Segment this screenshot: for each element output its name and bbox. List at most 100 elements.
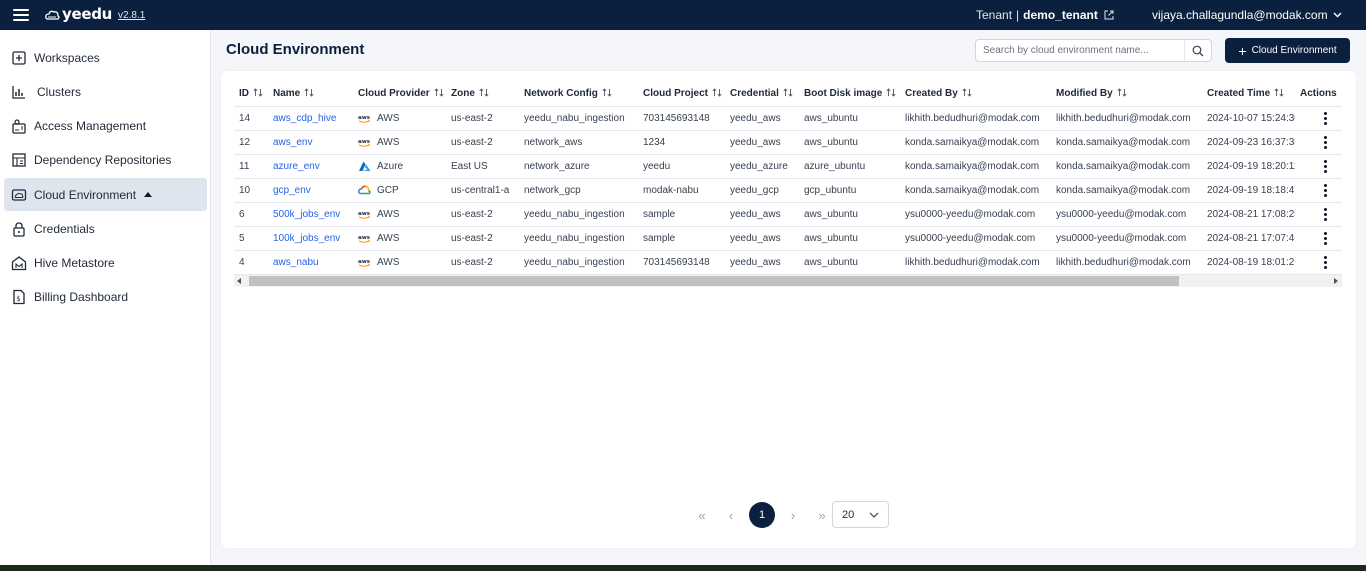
cell-project: sample — [638, 202, 725, 227]
dependency-repositories-icon — [12, 152, 26, 167]
search-input[interactable] — [976, 40, 1184, 61]
environment-name-link[interactable]: gcp_env — [268, 178, 353, 203]
add-cloud-environment-button[interactable]: + Cloud Environment — [1225, 38, 1350, 63]
more-actions-icon[interactable] — [1317, 182, 1333, 198]
sidebar-item-workspaces[interactable]: Workspaces — [4, 41, 207, 74]
cell-network: network_azure — [519, 154, 638, 179]
more-actions-icon[interactable] — [1317, 134, 1333, 150]
next-page-button[interactable]: › — [781, 503, 805, 527]
environment-name-link[interactable]: aws_nabu — [268, 250, 353, 275]
column-header[interactable]: Credential — [725, 82, 799, 107]
sort-icon[interactable] — [783, 88, 793, 97]
column-header-label: Network Config — [524, 88, 598, 100]
column-header[interactable]: Actions — [1295, 82, 1342, 107]
more-actions-icon[interactable] — [1317, 206, 1333, 222]
sort-icon[interactable] — [886, 88, 896, 97]
azure-icon — [359, 161, 371, 171]
cell-created-by: konda.samaikya@modak.com — [900, 178, 1051, 203]
column-header[interactable]: Boot Disk image — [799, 82, 900, 107]
plus-icon: + — [1238, 42, 1247, 59]
column-header[interactable]: ID — [234, 82, 268, 107]
environment-name-link[interactable]: 500k_jobs_env — [268, 202, 353, 227]
scrollbar-thumb[interactable] — [249, 276, 1179, 286]
external-link-icon[interactable] — [1104, 10, 1114, 20]
environment-name-link[interactable]: aws_env — [268, 130, 353, 155]
sort-icon[interactable] — [712, 88, 722, 97]
cell-boot-disk: aws_ubuntu — [799, 202, 900, 227]
column-header[interactable]: Cloud Project — [638, 82, 725, 107]
yeedu-logo-icon — [45, 10, 60, 20]
provider-label: Azure — [377, 160, 404, 172]
sort-icon[interactable] — [304, 88, 314, 97]
last-page-button[interactable]: » — [810, 503, 834, 527]
column-header[interactable]: Cloud Provider — [353, 82, 446, 107]
sidebar-item-label: Workspaces — [34, 50, 100, 65]
column-header-label: Created Time — [1207, 88, 1271, 100]
column-header-label: Name — [273, 88, 301, 100]
column-header-label: Actions — [1300, 88, 1337, 100]
sort-icon[interactable] — [602, 88, 612, 97]
sort-icon[interactable] — [434, 88, 444, 97]
environment-name-link[interactable]: azure_env — [268, 154, 353, 179]
sort-icon[interactable] — [479, 88, 489, 97]
sidebar-item-label: Cloud Environment — [34, 187, 137, 202]
svg-text:aws: aws — [358, 259, 371, 265]
sidebar-item-hive-metastore[interactable]: Hive Metastore — [4, 246, 207, 279]
table-body: 14 aws_cdp_hive aws AWS us-east-2 yeedu_nabu_… — [234, 106, 1342, 275]
column-header[interactable]: Network Config — [519, 82, 638, 107]
table-row[interactable]: 10 gcp_env GCP us-central1-a network_gcp moda… — [234, 178, 1342, 203]
sidebar-item-clusters[interactable]: Clusters — [4, 75, 207, 108]
cell-zone: us-east-2 — [446, 202, 519, 227]
cell-actions — [1295, 106, 1342, 131]
sidebar-item-cloud-environment[interactable]: Cloud Environment — [4, 178, 207, 211]
environment-name-link[interactable]: aws_cdp_hive — [268, 106, 353, 131]
cell-credential: yeedu_azure — [725, 154, 799, 179]
page-size-select[interactable]: 20 — [832, 501, 889, 528]
aws-icon: aws — [358, 139, 371, 147]
current-page-button[interactable]: 1 — [749, 502, 775, 528]
more-actions-icon[interactable] — [1317, 254, 1333, 270]
column-header[interactable]: Zone — [446, 82, 519, 107]
first-page-button[interactable]: « — [690, 503, 714, 527]
more-actions-icon[interactable] — [1317, 158, 1333, 174]
column-header[interactable]: Created Time — [1202, 82, 1295, 107]
scroll-left-icon[interactable] — [237, 278, 241, 284]
sort-icon[interactable] — [1117, 88, 1127, 97]
column-header-label: Zone — [451, 88, 475, 100]
table-row[interactable]: 12 aws_env aws AWS us-east-2 network_aws 1234 y… — [234, 130, 1342, 155]
sort-icon[interactable] — [253, 88, 263, 97]
table-row[interactable]: 4 aws_nabu aws AWS us-east-2 yeedu_nabu_inges… — [234, 250, 1342, 275]
sidebar-item-access-management[interactable]: Access Management — [4, 109, 207, 142]
cell-boot-disk: gcp_ubuntu — [799, 178, 900, 203]
sort-icon[interactable] — [1274, 88, 1284, 97]
prev-page-button[interactable]: ‹ — [719, 503, 743, 527]
cell-actions — [1295, 154, 1342, 179]
column-header[interactable]: Created By — [900, 82, 1051, 107]
horizontal-scrollbar[interactable] — [234, 275, 1342, 287]
cell-created-by: likhith.bedudhuri@modak.com — [900, 250, 1051, 275]
table-row[interactable]: 14 aws_cdp_hive aws AWS us-east-2 yeedu_nabu_… — [234, 106, 1342, 131]
environment-name-link[interactable]: 100k_jobs_env — [268, 226, 353, 251]
scroll-right-icon[interactable] — [1334, 278, 1338, 284]
column-header[interactable]: Modified By — [1051, 82, 1202, 107]
logo[interactable]: yeedu v2.8.1 — [44, 6, 145, 22]
menu-icon[interactable] — [13, 9, 29, 21]
search-button[interactable] — [1184, 40, 1211, 61]
sidebar-item-billing-dashboard[interactable]: $ Billing Dashboard — [4, 280, 207, 313]
tenant-label: Tenant — [976, 8, 1013, 22]
user-menu[interactable]: vijaya.challagundla@modak.com — [1152, 8, 1342, 22]
table-row[interactable]: 6 500k_jobs_env aws AWS us-east-2 yeedu_nabu_… — [234, 202, 1342, 227]
column-header[interactable]: Name — [268, 82, 353, 107]
sort-icon[interactable] — [962, 88, 972, 97]
more-actions-icon[interactable] — [1317, 230, 1333, 246]
cell-provider: Azure — [353, 154, 446, 179]
cell-boot-disk: azure_ubuntu — [799, 154, 900, 179]
sidebar-item-dependency-repositories[interactable]: Dependency Repositories — [4, 143, 207, 176]
table-row[interactable]: 11 azure_env Azure East US network_azure yeed… — [234, 154, 1342, 179]
cell-actions — [1295, 226, 1342, 251]
more-actions-icon[interactable] — [1317, 110, 1333, 126]
cell-network: network_gcp — [519, 178, 638, 203]
version-link[interactable]: v2.8.1 — [118, 10, 145, 22]
sidebar-item-credentials[interactable]: Credentials — [4, 212, 207, 245]
table-row[interactable]: 5 100k_jobs_env aws AWS us-east-2 yeedu_nabu_… — [234, 226, 1342, 251]
